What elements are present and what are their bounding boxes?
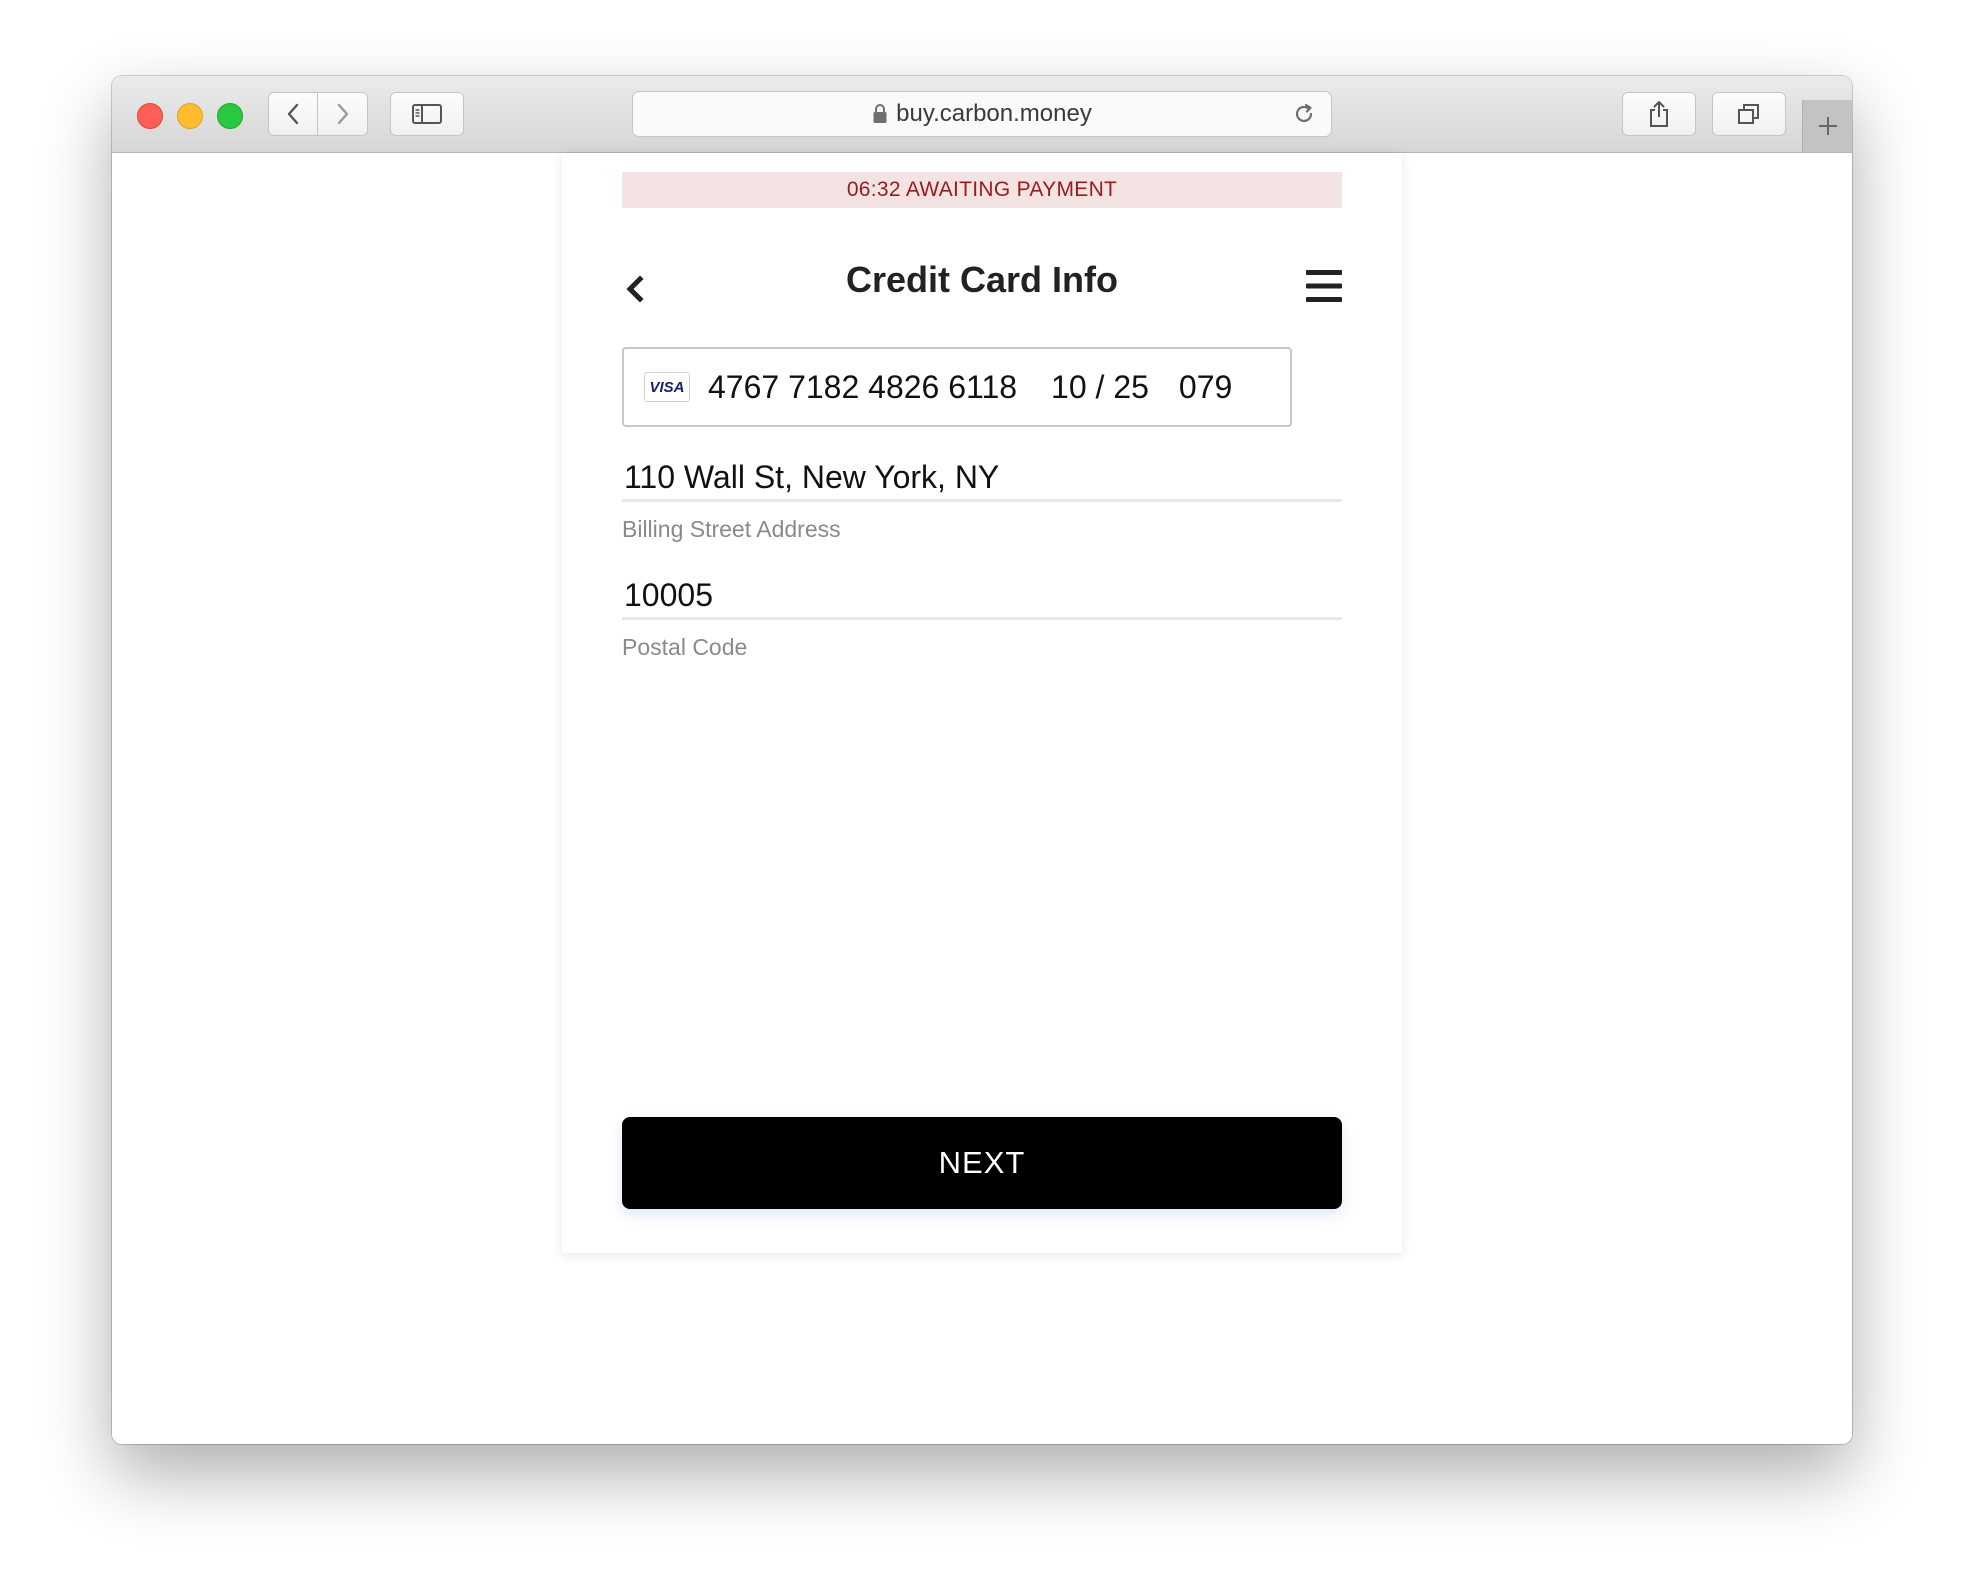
postal-code-label: Postal Code [622,634,748,660]
postal-code-input[interactable]: 10005 [622,573,1342,620]
browser-forward-button[interactable] [318,92,368,136]
tabs-icon [1738,104,1759,124]
lock-icon [872,103,888,125]
checkout-card: 06:32 AWAITING PAYMENT Credit Card Info … [562,153,1402,1253]
payment-status-banner: 06:32 AWAITING PAYMENT [622,172,1342,208]
page-title: Credit Card Info [845,259,1118,300]
card-cvc-field[interactable]: 079 [1179,369,1232,406]
billing-address-field-group: 110 Wall St, New York, NY Billing Street… [622,455,1342,543]
chevron-right-icon [337,103,348,125]
url-text: buy.carbon.money [896,100,1092,127]
menu-icon[interactable] [1304,268,1344,304]
sidebar-icon [412,104,442,124]
browser-toolbar: buy.carbon.money [112,76,1852,153]
card-number-field[interactable]: 4767 7182 4826 6118 [708,369,1017,406]
new-tab-button[interactable] [1802,100,1852,152]
browser-back-button[interactable] [268,92,318,136]
minimize-window-button[interactable] [177,103,203,129]
share-button[interactable] [1622,92,1696,136]
web-content: 06:32 AWAITING PAYMENT Credit Card Info … [112,153,1852,1444]
browser-window: buy.carbon.money 06:32 AWAITING PAYMENT … [112,76,1852,1444]
share-icon [1650,101,1668,127]
close-window-button[interactable] [137,103,163,129]
next-button[interactable]: NEXT [622,1117,1342,1209]
postal-code-field-group: 10005 Postal Code [622,573,1342,661]
maximize-window-button[interactable] [217,103,243,129]
visa-logo-icon: VISA [644,372,690,402]
show-tabs-button[interactable] [1712,92,1786,136]
plus-icon [1819,117,1837,135]
address-bar[interactable]: buy.carbon.money [632,91,1332,137]
sidebar-toggle-button[interactable] [390,92,464,136]
reload-icon[interactable] [1291,101,1317,132]
billing-address-input[interactable]: 110 Wall St, New York, NY [622,455,1342,502]
card-expiry-field[interactable]: 10 / 25 [1051,369,1149,406]
credit-card-input[interactable]: VISA 4767 7182 4826 6118 10 / 25 079 [622,347,1292,427]
billing-address-label: Billing Street Address [622,516,841,542]
chevron-left-icon [287,103,299,125]
